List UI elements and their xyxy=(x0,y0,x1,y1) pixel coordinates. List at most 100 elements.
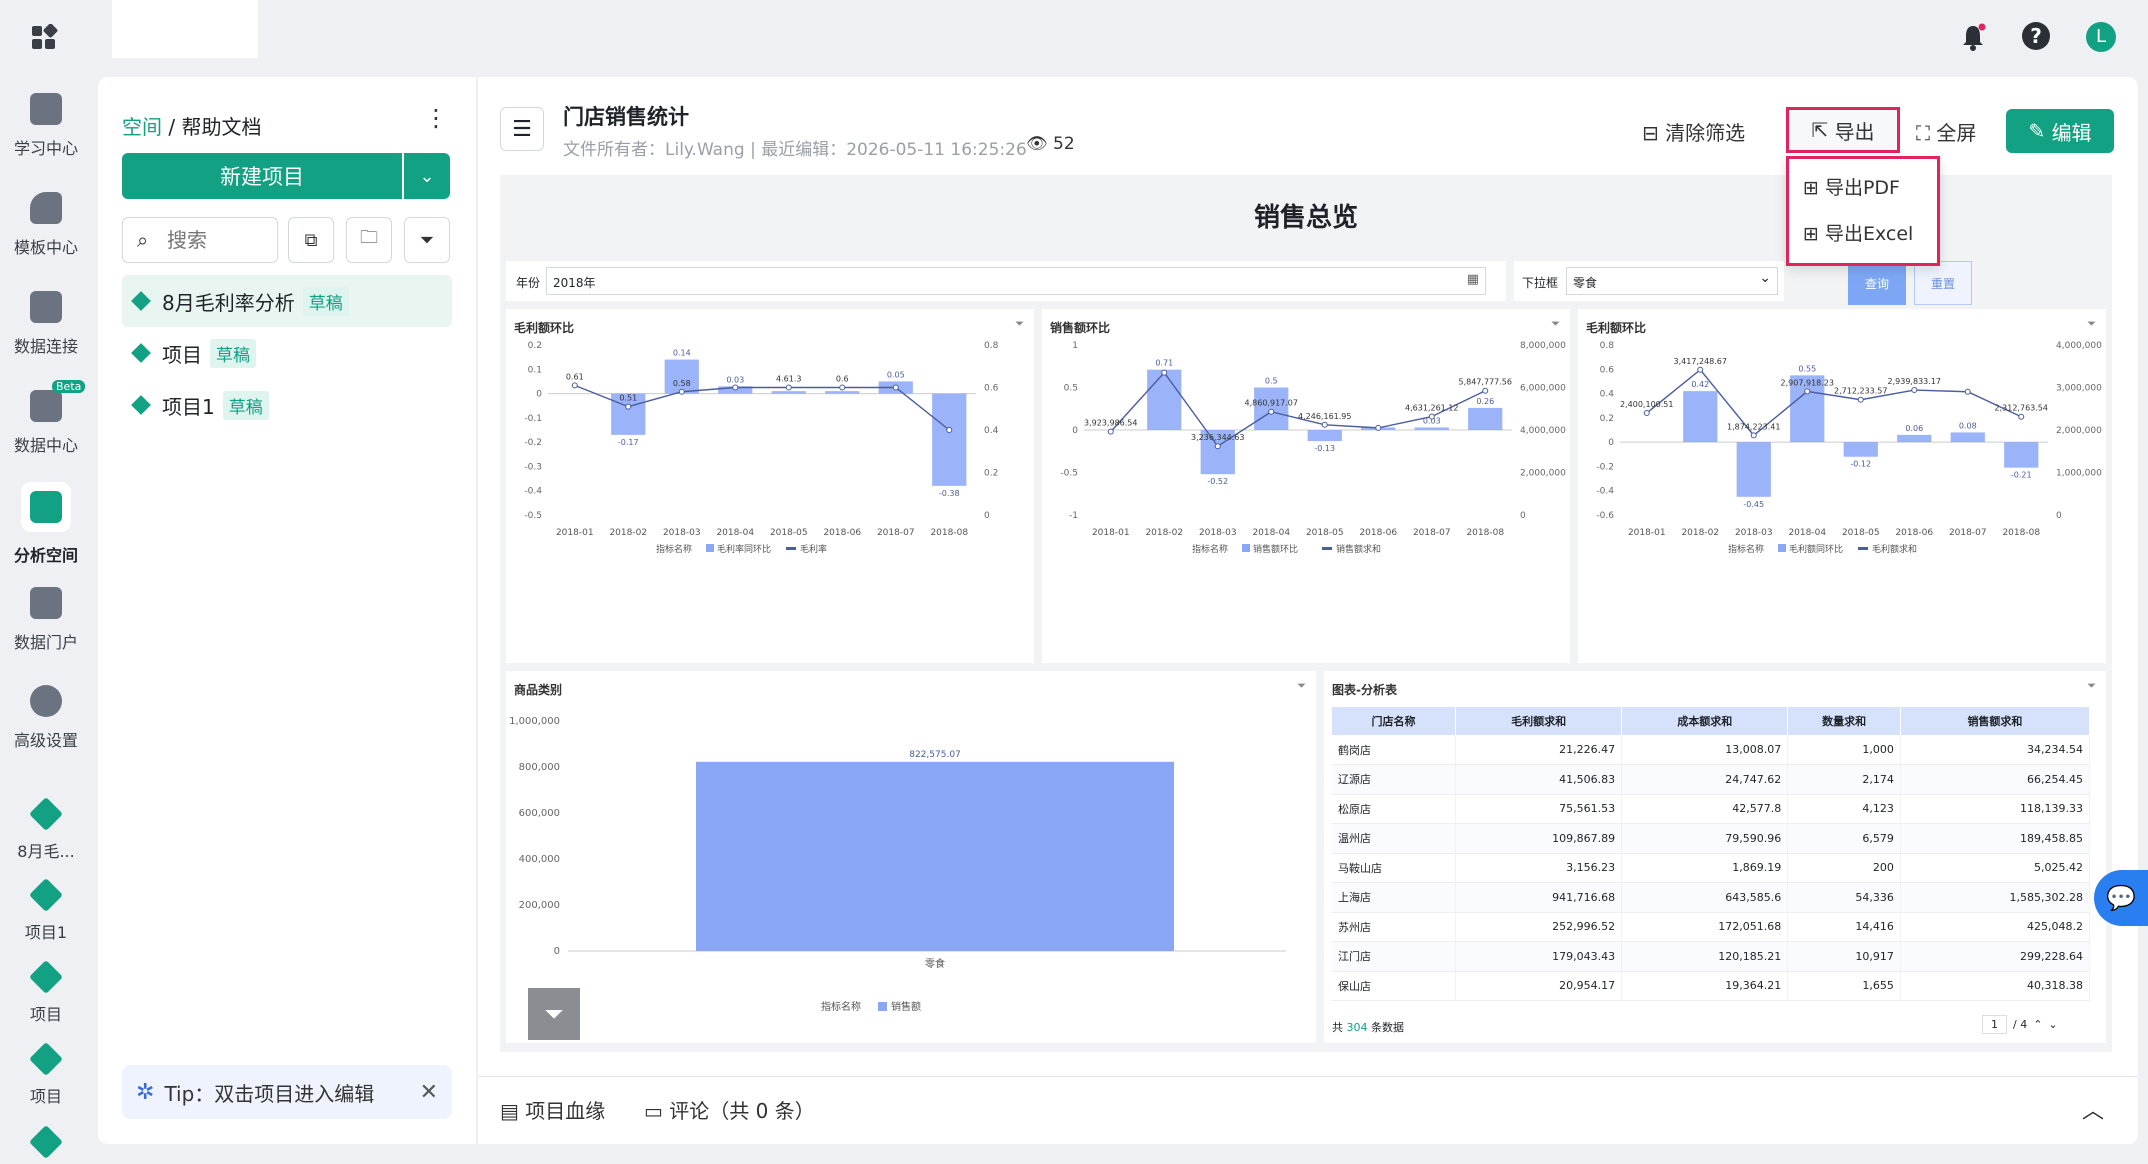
chevron-down-icon[interactable]: ⌄ xyxy=(2048,1018,2057,1031)
line-point xyxy=(1911,387,1918,394)
filter-icon[interactable]: ⏷ xyxy=(1015,317,1024,331)
more-icon[interactable]: ⋮ xyxy=(424,106,448,130)
data-label: 4,246,161.95 xyxy=(1298,412,1351,421)
bar xyxy=(1843,442,1878,457)
export-excel-item[interactable]: ⊞ 导出Excel xyxy=(1803,219,1913,246)
new-project-button[interactable]: 新建项目 xyxy=(122,153,402,199)
collapse-chevron-icon[interactable]: ︿ xyxy=(2082,1093,2104,1125)
page-input[interactable]: 1 xyxy=(1982,1015,2007,1034)
data-label: 2,939,833.17 xyxy=(1888,377,1941,386)
column-header[interactable]: 销售额求和 xyxy=(1900,707,2091,735)
table-row[interactable]: 松原店 75,561.53 42,577.8 4,123 118,139.33 xyxy=(1332,794,2091,824)
y-tick-label: -0.4 xyxy=(1596,487,1614,497)
column-header[interactable]: 数量求和 xyxy=(1787,707,1901,735)
new-project-dropdown[interactable]: ⌄ xyxy=(404,153,450,199)
nav-learning-center[interactable]: 学习中心 xyxy=(0,93,92,159)
column-header[interactable]: 毛利额求和 xyxy=(1455,707,1623,735)
data-label: -0.52 xyxy=(1207,477,1228,486)
export-pdf-item[interactable]: ⊞ 导出PDF xyxy=(1803,173,1900,200)
y2-tick-label: 0 xyxy=(1520,511,1526,521)
help-icon[interactable]: ? xyxy=(2022,22,2050,50)
year-filter-input[interactable]: 2018年 ▦ xyxy=(546,267,1486,295)
project-item[interactable]: 8月毛利率分析 草稿 xyxy=(122,275,452,327)
chat-support-icon[interactable]: 💬 xyxy=(2094,870,2148,926)
edit-button[interactable]: ✎ 编辑 xyxy=(2006,109,2114,153)
chart-gross-margin-mom: 0.2 0.1 0 -0.1 -0.2 -0.3 -0.4 -0.5 0.8 0.6 0.4 0.2 0… xyxy=(524,341,998,555)
outline-toggle-icon[interactable]: ☰ xyxy=(500,107,544,151)
project-item[interactable]: 项目 草稿 xyxy=(122,327,452,379)
query-button[interactable]: 查询 xyxy=(1848,261,1906,305)
apps-grid-icon[interactable] xyxy=(30,23,58,56)
table-row[interactable]: 马鞍山店 3,156.23 1,869.19 200 5,025.42 xyxy=(1332,853,2091,883)
comments-tab[interactable]: ▭ 评论（共 0 条） xyxy=(644,1095,815,1124)
column-header[interactable]: 成本额求和 xyxy=(1621,707,1789,735)
dropdown-filter-select[interactable]: 零食 ⌄ xyxy=(1566,267,1778,295)
bell-icon[interactable] xyxy=(1958,22,1988,56)
x-tick-label: 零食 xyxy=(925,957,945,970)
export-button[interactable]: ⇱ 导出 xyxy=(1786,107,1900,153)
new-folder-icon[interactable]: 🗀 xyxy=(346,217,392,263)
nav-template-center[interactable]: 模板中心 xyxy=(0,192,92,258)
project-diamond-icon xyxy=(131,343,151,363)
table-cell: 109,867.89 xyxy=(1455,823,1623,854)
recent-item[interactable]: 项目1 xyxy=(0,878,92,943)
table-row[interactable]: 鹤岗店 21,226.47 13,008.07 1,000 34,234.54 xyxy=(1332,735,2091,765)
nav-analysis-space[interactable]: 分析空间 xyxy=(0,482,92,566)
table-cell: 苏州店 xyxy=(1332,912,1457,942)
filter-icon[interactable]: ⏷ xyxy=(1551,317,1560,331)
top-bar: ? L xyxy=(0,0,2148,77)
table-row[interactable]: 苏州店 252,996.52 172,051.68 14,416 425,048.2 xyxy=(1332,912,2091,942)
bar xyxy=(1414,427,1449,430)
recent-item[interactable]: 项目 xyxy=(0,1042,92,1107)
table-row[interactable]: 保山店 20,954.17 19,364.21 1,655 40,318.38 xyxy=(1332,971,2091,1001)
lineage-tab[interactable]: ▤ 项目血缘 xyxy=(500,1095,605,1124)
chevron-up-icon[interactable]: ⌃ xyxy=(2033,1018,2042,1031)
line-point xyxy=(2018,413,2025,420)
breadcrumb-root[interactable]: 空间 xyxy=(122,115,162,139)
gear-icon xyxy=(30,685,62,717)
line-point xyxy=(1750,432,1757,439)
filter-sort-icon[interactable]: ⏷ xyxy=(404,217,450,263)
data-label: 0.51 xyxy=(619,394,637,403)
column-header[interactable]: 门店名称 xyxy=(1332,707,1457,735)
open-external-icon[interactable]: ⧉ xyxy=(288,217,334,263)
legend-swatch xyxy=(786,547,796,550)
project-name: 项目1 xyxy=(162,394,215,419)
data-label: 1,874,223.41 xyxy=(1727,422,1780,431)
recent-item[interactable]: 8月毛... xyxy=(0,797,92,862)
filter-icon[interactable]: ⏷ xyxy=(1297,679,1306,693)
table-row[interactable]: 上海店 941,716.68 643,585.6 54,336 1,585,302.28 xyxy=(1332,882,2091,913)
recent-item[interactable] xyxy=(0,1125,92,1164)
nav-data-connection[interactable]: 数据连接 xyxy=(0,291,92,357)
filter-icon[interactable]: ⏷ xyxy=(2087,317,2096,331)
search-input[interactable] xyxy=(167,226,267,254)
y-tick-label: 0 xyxy=(1608,438,1614,448)
close-icon[interactable]: ✕ xyxy=(420,1080,438,1105)
table-body: 鹤岗店 21,226.47 13,008.07 1,000 34,234.54 辽源店 41… xyxy=(1332,735,2091,1001)
avatar[interactable]: L xyxy=(2086,22,2116,52)
legend-swatch xyxy=(1858,547,1868,550)
filter-funnel-button[interactable]: ⏷ xyxy=(528,988,580,1040)
search-box[interactable]: ⌕ xyxy=(122,217,278,263)
nav-advanced-settings[interactable]: 高级设置 xyxy=(0,685,92,751)
line-point xyxy=(1161,369,1168,376)
table-row[interactable]: 江门店 179,043.43 120,185.21 10,917 299,228.64 xyxy=(1332,941,2091,972)
legend-swatch xyxy=(1778,544,1786,552)
project-sidebar: 空间 / 帮助文档 ⋮ 新建项目 ⌄ ⌕ ⧉ 🗀 ⏷ 8月毛利率分析 草稿 项目… xyxy=(98,77,476,1144)
chart-product-category: 1,000,000 800,000 600,000 400,000 200,000 0 82… xyxy=(509,716,1286,1013)
table-row[interactable]: 温州店 109,867.89 79,590.96 6,579 189,458.85 xyxy=(1332,823,2091,854)
clear-filter-button[interactable]: ⊟ 清除筛选 xyxy=(1642,117,1745,146)
reset-button[interactable]: 重置 xyxy=(1914,261,1972,305)
nav-data-portal[interactable]: 数据门户 xyxy=(0,587,92,653)
nav-data-center[interactable]: Beta 数据中心 xyxy=(0,380,92,456)
bar xyxy=(664,359,699,394)
project-diamond-icon xyxy=(29,878,63,912)
table-cell: 941,716.68 xyxy=(1455,882,1623,913)
table-cell: 温州店 xyxy=(1332,823,1457,854)
project-item[interactable]: 项目1 草稿 xyxy=(122,379,452,431)
filter-icon[interactable]: ⏷ xyxy=(2087,679,2096,693)
data-label: 4.61.3 xyxy=(776,375,801,384)
fullscreen-button[interactable]: ⛶ 全屏 xyxy=(1916,117,1976,146)
recent-item[interactable]: 项目 xyxy=(0,960,92,1025)
table-row[interactable]: 辽源店 41,506.83 24,747.62 2,174 66,254.45 xyxy=(1332,764,2091,795)
